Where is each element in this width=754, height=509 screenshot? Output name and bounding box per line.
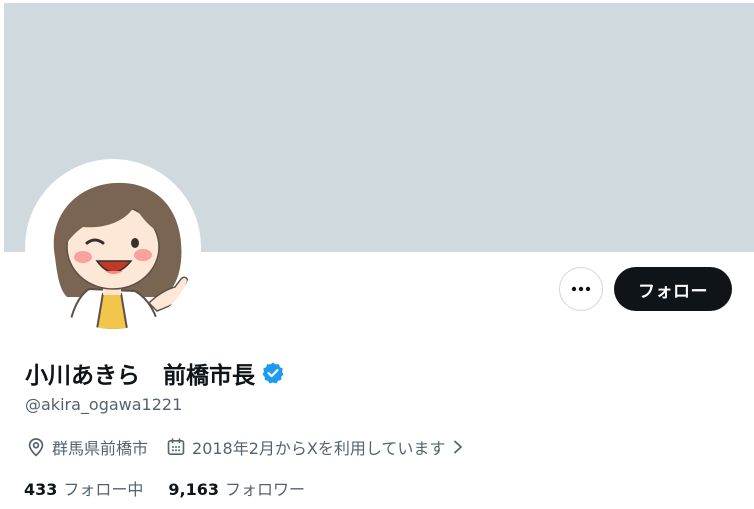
- verified-badge-icon[interactable]: [261, 361, 285, 385]
- location-text: 群馬県前橋市: [52, 439, 149, 458]
- profile-header: フォロー 小川あきら 前橋市長 @akira_ogawa1221 群馬県前橋市: [0, 0, 754, 509]
- chevron-right-icon: [451, 439, 465, 455]
- location-item: 群馬県前橋市: [26, 435, 148, 459]
- avatar-illustration: [31, 165, 195, 329]
- profile-meta: 群馬県前橋市 2018年2月からXを利用しています: [26, 435, 465, 459]
- user-handle: @akira_ogawa1221: [25, 395, 183, 414]
- more-options-button[interactable]: [559, 267, 603, 311]
- display-name: 小川あきら 前橋市長: [25, 363, 255, 389]
- followers-link[interactable]: 9,163 フォロワー: [168, 476, 305, 500]
- follow-button-label: フォロー: [638, 281, 708, 302]
- calendar-icon: [166, 437, 186, 457]
- avatar[interactable]: [31, 165, 195, 329]
- following-link[interactable]: 433 フォロー中: [24, 476, 143, 500]
- followers-count: 9,163: [168, 480, 220, 499]
- following-count: 433: [24, 480, 58, 499]
- location-pin-icon: [26, 437, 46, 457]
- follow-button[interactable]: フォロー: [614, 267, 732, 311]
- following-label: フォロー中: [63, 480, 144, 499]
- follow-stats: 433 フォロー中 9,163 フォロワー: [24, 476, 305, 500]
- followers-label: フォロワー: [225, 480, 306, 499]
- joined-item[interactable]: 2018年2月からXを利用しています: [166, 435, 465, 459]
- name-row: 小川あきら 前橋市長: [25, 353, 285, 393]
- avatar-frame: [25, 159, 201, 335]
- more-horizontal-icon: [571, 286, 591, 292]
- joined-text: 2018年2月からXを利用しています: [192, 439, 446, 458]
